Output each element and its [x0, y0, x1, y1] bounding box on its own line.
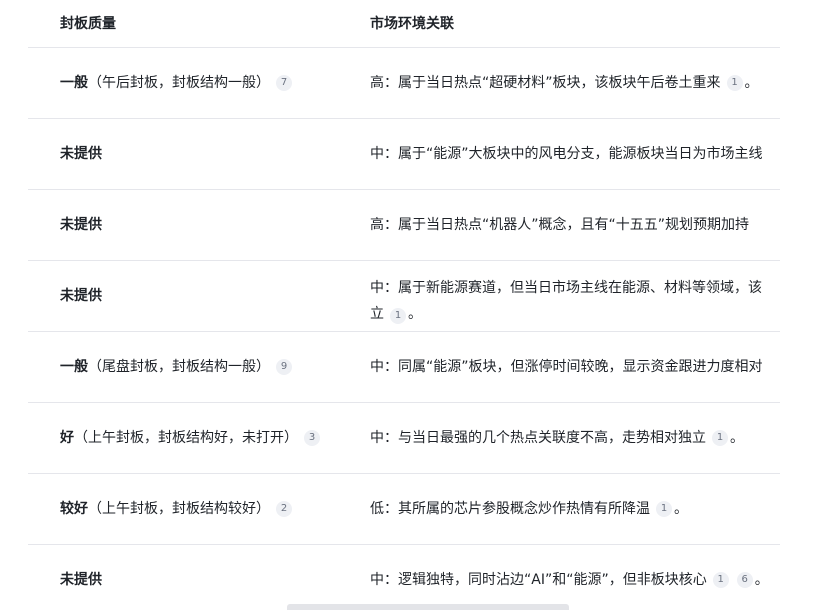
citation-badge[interactable]: 3: [304, 430, 320, 446]
table-row: 好 （上午封板，封板结构好，未打开） 3 中：与当日最强的几个热点关联度不高，走…: [28, 403, 780, 474]
seal-quality-cell: 未提供: [60, 119, 360, 189]
horizontal-scrollbar[interactable]: [287, 604, 569, 610]
table-row: 未提供 中：逻辑独特，同时沾边“AI”和“能源”，但非板块核心 1 6 。: [28, 545, 780, 610]
market-relation-text: 中：与当日最强的几个热点关联度不高，走势相对独立: [370, 430, 706, 446]
seal-quality-value: 未提供: [60, 146, 102, 162]
market-relation-cell: 中：属于“能源”大板块中的风电分支，能源板块当日为市场主线: [370, 119, 780, 189]
seal-quality-cell: 较好 （上午封板，封板结构较好） 2: [60, 474, 360, 544]
seal-quality-cell: 好 （上午封板，封板结构好，未打开） 3: [60, 403, 360, 473]
column-header-market-relation: 市场环境关联: [370, 15, 454, 32]
seal-quality-value: 未提供: [60, 572, 102, 588]
seal-quality-value: 好: [60, 430, 74, 446]
citation-badge[interactable]: 1: [726, 75, 743, 91]
table-row: 一般 （午后封板，封板结构一般） 7 高：属于当日热点“超硬材料”板块，该板块午…: [28, 48, 780, 119]
market-relation-text: 低：其所属的芯片参股概念炒作热情有所降温: [370, 501, 650, 517]
citation-badge[interactable]: 7: [276, 75, 292, 91]
market-relation-text: 中：同属“能源”板块，但涨停时间较晚，显示资金跟进力度相对: [370, 359, 763, 375]
seal-quality-cell: 未提供: [60, 545, 360, 610]
market-relation-text: 中：属于新能源赛道，但当日市场主线在能源、材料等领域，该: [370, 279, 762, 296]
market-relation-cell: 高：属于当日热点“机器人”概念，且有“十五五”规划预期加持: [370, 190, 780, 260]
seal-quality-cell: 未提供: [60, 190, 360, 260]
market-relation-text: 高：属于当日热点“机器人”概念，且有“十五五”规划预期加持: [370, 217, 750, 233]
market-relation-cell: 中：与当日最强的几个热点关联度不高，走势相对独立 1 。: [370, 403, 780, 473]
market-relation-text: 立: [370, 305, 384, 322]
seal-quality-note: （上午封板，封板结构较好）: [88, 501, 270, 517]
citation-badge[interactable]: 6: [736, 572, 753, 588]
seal-quality-note: （上午封板，封板结构好，未打开）: [74, 430, 298, 446]
seal-quality-value: 较好: [60, 501, 88, 517]
table-header: 封板质量 市场环境关联: [28, 0, 780, 48]
sentence-end: 。: [730, 430, 744, 446]
seal-quality-cell: 未提供: [60, 261, 360, 331]
page: 封板质量 市场环境关联 一般 （午后封板，封板结构一般） 7 高：属于当日热点“…: [0, 0, 828, 610]
sentence-end: 。: [754, 572, 769, 588]
seal-quality-note: （午后封板，封板结构一般）: [88, 75, 270, 91]
market-relation-text-continued: 立 1。: [370, 301, 780, 327]
citation-badge[interactable]: 1: [712, 430, 728, 446]
sentence-end: 。: [408, 305, 422, 322]
seal-quality-note: （尾盘封板，封板结构一般）: [88, 359, 270, 375]
market-relation-cell: 低：其所属的芯片参股概念炒作热情有所降温 1 。: [370, 474, 780, 544]
citation-badge[interactable]: 2: [276, 501, 292, 517]
column-header-seal-quality: 封板质量: [60, 15, 116, 32]
market-relation-cell: 高：属于当日热点“超硬材料”板块，该板块午后卷土重来 1 。: [370, 48, 780, 118]
table-row: 一般 （尾盘封板，封板结构一般） 9 中：同属“能源”板块，但涨停时间较晚，显示…: [28, 332, 780, 403]
seal-quality-cell: 一般 （午后封板，封板结构一般） 7: [60, 48, 360, 118]
table-row: 未提供 高：属于当日热点“机器人”概念，且有“十五五”规划预期加持: [28, 190, 780, 261]
market-relation-cell: 中：属于新能源赛道，但当日市场主线在能源、材料等领域，该 立 1。: [370, 261, 780, 331]
sentence-end: 。: [674, 501, 688, 517]
market-relation-cell: 中：逻辑独特，同时沾边“AI”和“能源”，但非板块核心 1 6 。: [370, 545, 780, 610]
seal-quality-value: 未提供: [60, 288, 102, 304]
seal-quality-value: 未提供: [60, 217, 102, 233]
table-row: 未提供 中：属于新能源赛道，但当日市场主线在能源、材料等领域，该 立 1。: [28, 261, 780, 332]
seal-quality-value: 一般: [60, 75, 88, 91]
market-relation-cell: 中：同属“能源”板块，但涨停时间较晚，显示资金跟进力度相对: [370, 332, 780, 402]
citation-badge[interactable]: 9: [276, 359, 292, 375]
market-relation-text: 中：属于“能源”大板块中的风电分支，能源板块当日为市场主线: [370, 146, 763, 162]
market-relation-multiline: 中：属于新能源赛道，但当日市场主线在能源、材料等领域，该 立 1。: [370, 266, 780, 327]
data-table: 封板质量 市场环境关联 一般 （午后封板，封板结构一般） 7 高：属于当日热点“…: [28, 0, 780, 610]
seal-quality-cell: 一般 （尾盘封板，封板结构一般） 9: [60, 332, 360, 402]
citation-badge[interactable]: 1: [656, 501, 672, 517]
market-relation-text: 中：逻辑独特，同时沾边“AI”和“能源”，但非板块核心: [370, 572, 707, 588]
market-relation-text: 高：属于当日热点“超硬材料”板块，该板块午后卷土重来: [370, 75, 721, 91]
seal-quality-value: 一般: [60, 359, 88, 375]
table-row: 未提供 中：属于“能源”大板块中的风电分支，能源板块当日为市场主线: [28, 119, 780, 190]
sentence-end: 。: [744, 75, 759, 91]
citation-badge[interactable]: 1: [390, 307, 406, 324]
citation-badge[interactable]: 1: [712, 572, 729, 588]
table-row: 较好 （上午封板，封板结构较好） 2 低：其所属的芯片参股概念炒作热情有所降温 …: [28, 474, 780, 545]
